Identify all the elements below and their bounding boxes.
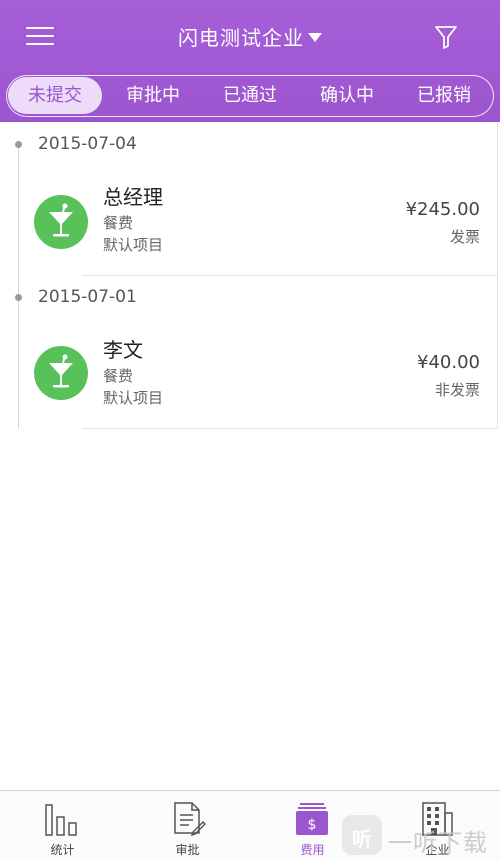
app-screen: 闪电测试企业 未提交 审批中 已通过 确认中 已报销 2015-07-04 总经… — [0, 0, 500, 860]
document-edit-icon — [174, 802, 206, 837]
funnel-filter-icon[interactable] — [433, 24, 459, 50]
nav-statistics-label: 统计 — [50, 843, 75, 857]
status-tabs: 未提交 审批中 已通过 确认中 已报销 — [6, 75, 494, 117]
watermark-badge: 听 — [342, 815, 382, 855]
timeline-line — [18, 143, 19, 429]
item-divider — [82, 428, 498, 429]
nav-approval[interactable]: 审批 — [125, 791, 250, 860]
expense-category: 餐费 — [103, 367, 134, 385]
watermark: 听 一听下载 — [342, 815, 500, 860]
caret-down-icon — [308, 33, 322, 42]
nav-approval-label: 审批 — [175, 843, 200, 857]
expense-project: 默认项目 — [103, 389, 164, 407]
company-name: 闪电测试企业 — [178, 26, 304, 50]
money-stack-icon: $ — [296, 803, 328, 835]
tab-approving[interactable]: 审批中 — [106, 76, 200, 115]
cocktail-icon — [34, 195, 88, 249]
tab-approved[interactable]: 已通过 — [202, 76, 298, 115]
tab-unsubmitted[interactable]: 未提交 — [8, 77, 102, 114]
expense-person-name: 总经理 — [103, 185, 163, 209]
watermark-badge-text: 听 — [352, 827, 372, 851]
group-date: 2015-07-01 — [38, 287, 137, 307]
header-bar: 闪电测试企业 未提交 审批中 已通过 确认中 已报销 — [0, 0, 500, 122]
bar-chart-icon — [45, 804, 77, 836]
company-selector[interactable]: 闪电测试企业 — [0, 22, 500, 51]
watermark-text: 一听下载 — [388, 829, 488, 857]
expense-amount: ¥40.00 — [417, 352, 480, 373]
expense-project: 默认项目 — [103, 236, 164, 254]
nav-statistics[interactable]: 统计 — [0, 791, 125, 860]
tab-confirming[interactable]: 确认中 — [299, 76, 395, 115]
tab-reimbursed[interactable]: 已报销 — [396, 76, 492, 115]
timeline-dot — [15, 294, 22, 301]
expense-person-name: 李文 — [103, 338, 143, 362]
cocktail-icon — [34, 346, 88, 400]
invoice-status: 发票 — [449, 228, 480, 246]
svg-text:$: $ — [308, 817, 317, 833]
group-date: 2015-07-04 — [38, 134, 137, 154]
timeline-dot — [15, 141, 22, 148]
expense-category: 餐费 — [103, 214, 134, 232]
expense-amount: ¥245.00 — [405, 199, 480, 220]
item-divider — [82, 275, 498, 276]
invoice-status: 非发票 — [434, 381, 480, 399]
